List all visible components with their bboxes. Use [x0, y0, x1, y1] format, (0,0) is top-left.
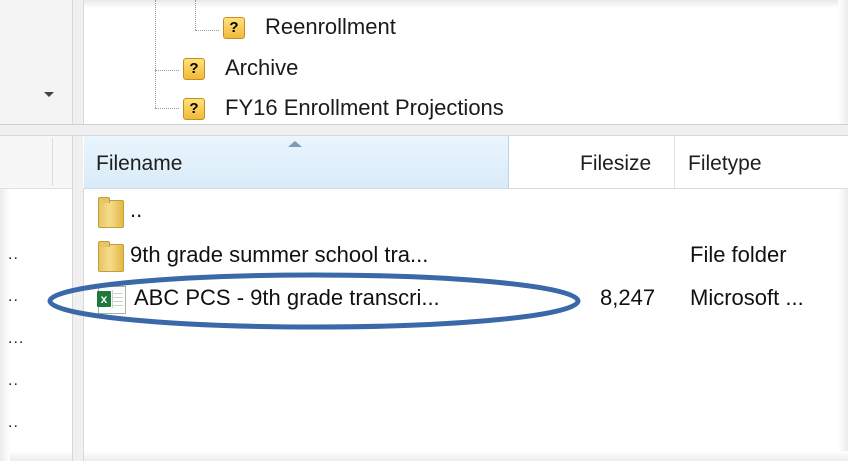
- filesize-column-header[interactable]: Filesize: [580, 150, 651, 178]
- file-name: ..: [130, 197, 143, 222]
- local-list-row[interactable]: ..: [8, 372, 19, 390]
- horizontal-pane-splitter[interactable]: [0, 124, 848, 136]
- folder-icon: [98, 241, 124, 272]
- column-separator[interactable]: [52, 138, 53, 186]
- sort-ascending-icon: [288, 141, 302, 147]
- file-type: File folder: [690, 242, 787, 267]
- remote-directory-tree: ? Reenrollment ? Archive ? FY16 Enrollme…: [83, 0, 838, 124]
- tree-connector-line: [195, 0, 196, 30]
- highlight-ellipse: [47, 272, 581, 330]
- file-type: Microsoft ...: [690, 285, 804, 310]
- question-folder-icon: ?: [183, 98, 205, 120]
- tree-item-label: Reenrollment: [265, 14, 396, 39]
- tree-item-label: Archive: [225, 55, 299, 80]
- tree-connector-line: [155, 70, 179, 71]
- tree-item-label: FY16 Enrollment Projections: [225, 95, 504, 120]
- folder-icon: [98, 197, 124, 228]
- local-list-row[interactable]: ...: [8, 330, 24, 348]
- screenshot-edge-right: [838, 0, 848, 461]
- local-list-header[interactable]: [0, 136, 72, 189]
- tree-connector-line: [155, 108, 179, 109]
- local-list-row[interactable]: ..: [8, 414, 19, 432]
- dropdown-arrow-icon[interactable]: [44, 92, 54, 97]
- tree-connector-line: [155, 0, 156, 108]
- column-separator[interactable]: [674, 136, 675, 188]
- question-folder-icon: ?: [183, 58, 205, 80]
- file-row-parent-directory[interactable]: ..: [84, 196, 838, 228]
- highlight-ellipse-annotation: [47, 272, 581, 330]
- filetype-column-header[interactable]: Filetype: [688, 150, 762, 178]
- tree-connector-line: [195, 30, 219, 31]
- local-list-row[interactable]: ..: [8, 246, 19, 264]
- local-directory-dropdown[interactable]: [0, 0, 73, 124]
- local-list-row[interactable]: ..: [8, 288, 19, 306]
- file-size: 8,247: [600, 285, 656, 310]
- file-row-summer-school-folder[interactable]: 9th grade summer school tra... File fold…: [84, 241, 838, 273]
- screenshot-edge-bottom: [0, 451, 848, 461]
- file-name: 9th grade summer school tra...: [130, 242, 429, 267]
- question-folder-icon: ?: [223, 17, 245, 39]
- filename-column-label: Filename: [96, 152, 183, 175]
